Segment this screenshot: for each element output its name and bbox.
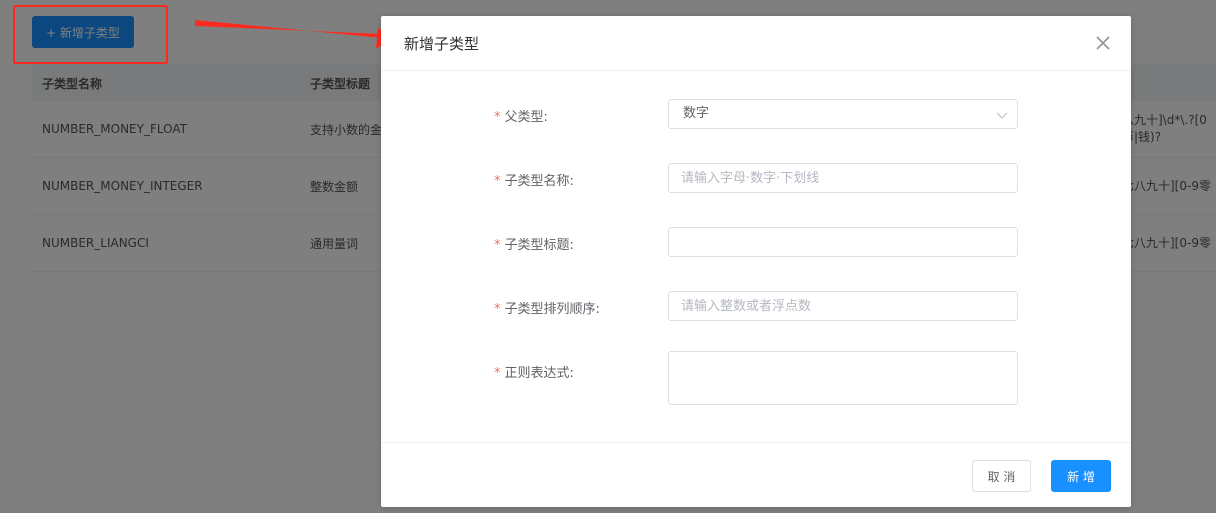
- required-mark: *: [494, 366, 501, 381]
- dialog-footer: 取 消 新 增: [381, 442, 1131, 508]
- required-mark: *: [494, 110, 501, 125]
- dialog-title: 新增子类型: [404, 35, 480, 53]
- add-subtype-dialog: 新增子类型 *父类型: 数字 *子类型名称: *子类型标题:: [381, 16, 1131, 507]
- required-mark: *: [494, 302, 501, 317]
- required-mark: *: [494, 174, 501, 189]
- subtype-name-input[interactable]: [668, 163, 1018, 193]
- regex-label: * 正则表达式:: [494, 362, 574, 381]
- subtype-title-input[interactable]: [668, 227, 1018, 257]
- subtype-order-input[interactable]: [668, 291, 1018, 321]
- parent-type-select[interactable]: 数字: [668, 99, 1018, 129]
- subtype-order-label: * 子类型排列顺序:: [494, 298, 600, 317]
- chevron-down-icon: [996, 112, 1008, 119]
- subtype-name-label: * 子类型名称:: [494, 170, 574, 189]
- required-mark: *: [494, 238, 501, 253]
- parent-type-label-text: 父类型:: [504, 110, 548, 125]
- subtype-title-label-text: 子类型标题:: [504, 238, 574, 253]
- subtype-name-label-text: 子类型名称:: [504, 174, 574, 189]
- regex-label-text: 正则表达式:: [504, 366, 574, 381]
- parent-type-label: * 父类型:: [494, 106, 548, 125]
- dialog-header: 新增子类型: [381, 16, 1131, 71]
- dialog-body: *父类型: 数字 *子类型名称: *子类型标题: *子类型排列顺序: *正则表达: [381, 71, 1131, 441]
- parent-type-selected-value: 数字: [683, 106, 710, 121]
- subtype-title-label: * 子类型标题:: [494, 234, 574, 253]
- annotation-arrow-icon: [195, 20, 398, 48]
- subtype-order-label-text: 子类型排列顺序:: [504, 302, 600, 317]
- submit-add-button[interactable]: 新 增: [1051, 460, 1111, 492]
- regex-textarea[interactable]: [668, 351, 1018, 405]
- cancel-button[interactable]: 取 消: [972, 460, 1031, 492]
- close-icon[interactable]: [1093, 33, 1113, 53]
